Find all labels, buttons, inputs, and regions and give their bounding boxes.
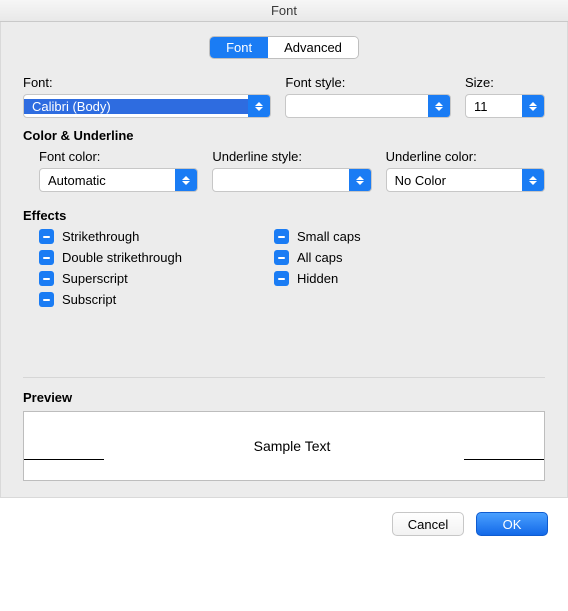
checkbox-icon (39, 229, 54, 244)
preview-sample-text: Sample Text (254, 438, 331, 454)
checkbox-label: Subscript (62, 292, 116, 307)
checkbox-small-caps[interactable]: Small caps (274, 229, 361, 244)
checkbox-icon (39, 250, 54, 265)
ok-button[interactable]: OK (476, 512, 548, 536)
font-label: Font: (23, 75, 271, 90)
updown-icon (522, 169, 544, 191)
section-color-underline: Color & Underline (23, 128, 545, 143)
checkbox-icon (274, 229, 289, 244)
size-label: Size: (465, 75, 545, 90)
updown-icon (175, 169, 197, 191)
updown-icon (522, 95, 544, 117)
font-color-label: Font color: (39, 149, 198, 164)
checkbox-all-caps[interactable]: All caps (274, 250, 361, 265)
font-color-value: Automatic (40, 173, 175, 188)
underline-color-value: No Color (387, 173, 522, 188)
updown-icon (428, 95, 450, 117)
section-effects: Effects (23, 208, 545, 223)
font-style-select[interactable] (285, 94, 451, 118)
font-select-value: Calibri (Body) (24, 99, 248, 114)
underline-style-select[interactable] (212, 168, 371, 192)
underline-style-label: Underline style: (212, 149, 371, 164)
preview-box: Sample Text (23, 411, 545, 481)
checkbox-subscript[interactable]: Subscript (39, 292, 274, 307)
dialog-footer: Cancel OK (0, 498, 568, 536)
checkbox-icon (274, 250, 289, 265)
checkbox-strikethrough[interactable]: Strikethrough (39, 229, 274, 244)
checkbox-label: Strikethrough (62, 229, 139, 244)
preview-baseline-right (464, 459, 544, 460)
dialog-panel: Font Advanced Font: Calibri (Body) Font … (0, 22, 568, 498)
underline-color-label: Underline color: (386, 149, 545, 164)
checkbox-hidden[interactable]: Hidden (274, 271, 361, 286)
checkbox-label: All caps (297, 250, 343, 265)
checkbox-label: Superscript (62, 271, 128, 286)
section-preview: Preview (23, 390, 545, 405)
cancel-button[interactable]: Cancel (392, 512, 464, 536)
checkbox-double-strikethrough[interactable]: Double strikethrough (39, 250, 274, 265)
checkbox-icon (39, 292, 54, 307)
checkbox-label: Small caps (297, 229, 361, 244)
updown-icon (349, 169, 371, 191)
effects-group: Strikethrough Double strikethrough Super… (23, 229, 545, 307)
checkbox-superscript[interactable]: Superscript (39, 271, 274, 286)
tab-advanced[interactable]: Advanced (268, 37, 358, 58)
tab-switcher: Font Advanced (209, 36, 359, 59)
preview-baseline-left (24, 459, 104, 460)
underline-color-select[interactable]: No Color (386, 168, 545, 192)
size-select[interactable]: 11 (465, 94, 545, 118)
divider (23, 377, 545, 378)
updown-icon (248, 95, 270, 117)
tab-font[interactable]: Font (210, 37, 268, 58)
font-color-select[interactable]: Automatic (39, 168, 198, 192)
window-titlebar: Font (0, 0, 568, 22)
window-title: Font (271, 3, 297, 18)
size-value: 11 (466, 99, 522, 114)
checkbox-label: Hidden (297, 271, 338, 286)
checkbox-label: Double strikethrough (62, 250, 182, 265)
checkbox-icon (274, 271, 289, 286)
checkbox-icon (39, 271, 54, 286)
font-select[interactable]: Calibri (Body) (23, 94, 271, 118)
font-style-label: Font style: (285, 75, 451, 90)
